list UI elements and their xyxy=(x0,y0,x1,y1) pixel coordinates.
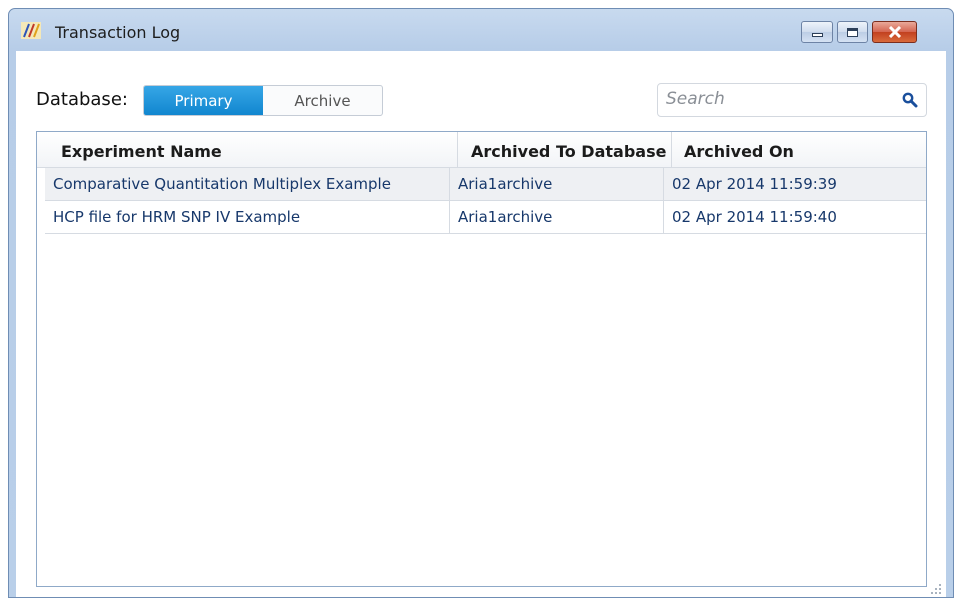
maximize-icon xyxy=(847,27,858,37)
experiment-name-cell: HCP file for HRM SNP IV Example xyxy=(45,201,450,233)
search-icon[interactable] xyxy=(902,92,918,108)
archived-on-cell: 02 Apr 2014 11:59:40 xyxy=(672,208,837,226)
table-header: Experiment Name Archived To Database Arc… xyxy=(37,132,926,168)
close-button[interactable] xyxy=(872,21,917,43)
search-input[interactable]: Search xyxy=(657,83,927,117)
window-client-area: Database: Primary Archive Search Experim… xyxy=(16,51,946,597)
archived-database-cell: Aria1archive xyxy=(450,201,664,233)
column-header-archived-on[interactable]: Archived On xyxy=(672,132,926,167)
archived-on-cell: 02 Apr 2014 11:59:39 xyxy=(672,175,837,193)
column-header-archived-to-database[interactable]: Archived To Database xyxy=(458,132,672,167)
resize-grip-icon[interactable] xyxy=(930,583,942,595)
database-selector: Primary Archive xyxy=(143,85,383,116)
experiment-name-cell: Comparative Quantitation Multiplex Examp… xyxy=(45,168,450,200)
archive-database-button[interactable]: Archive xyxy=(263,86,382,115)
table-row[interactable]: HCP file for HRM SNP IV Example Aria1arc… xyxy=(45,201,926,234)
close-icon xyxy=(888,26,901,38)
archived-database-cell: Aria1archive xyxy=(450,168,664,200)
search-placeholder: Search xyxy=(666,89,725,109)
window-title: Transaction Log xyxy=(55,23,181,42)
database-label: Database: xyxy=(36,89,128,110)
transaction-log-window: Transaction Log Database: Primary Archiv… xyxy=(8,8,954,598)
column-header-experiment-name[interactable]: Experiment Name xyxy=(37,132,458,167)
experiments-table: Experiment Name Archived To Database Arc… xyxy=(36,131,927,587)
maximize-button[interactable] xyxy=(837,21,868,43)
primary-database-button[interactable]: Primary xyxy=(144,86,263,115)
minimize-button[interactable] xyxy=(801,21,833,43)
minimize-icon xyxy=(811,33,823,37)
table-row[interactable]: Comparative Quantitation Multiplex Examp… xyxy=(45,168,926,201)
app-icon xyxy=(21,22,41,39)
title-bar[interactable]: Transaction Log xyxy=(9,9,953,51)
